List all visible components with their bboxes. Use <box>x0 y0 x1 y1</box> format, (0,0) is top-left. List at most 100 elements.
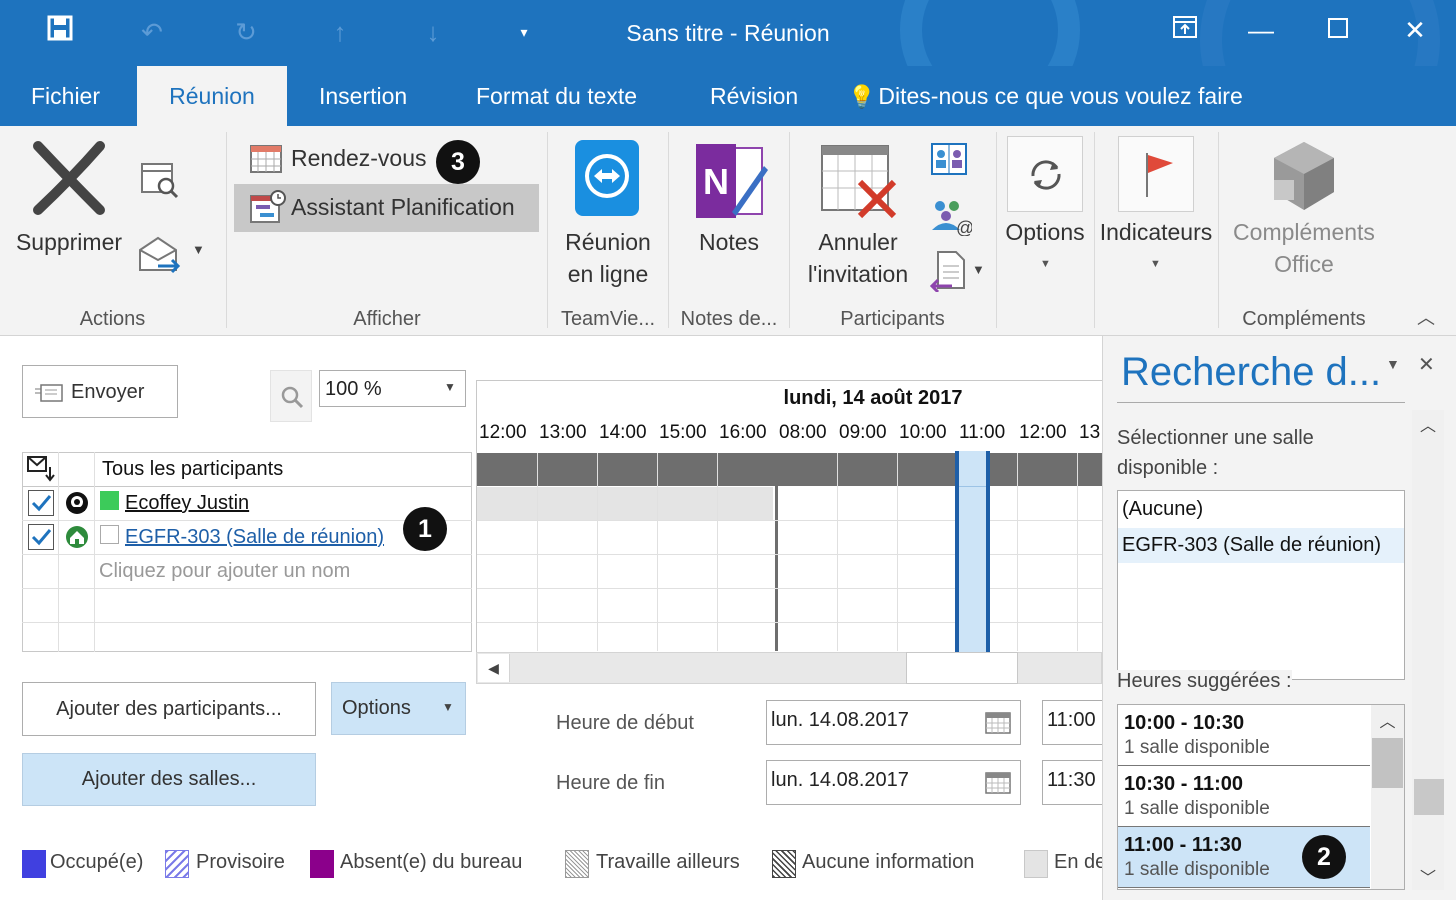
suggestion-availability: 1 salle disponible <box>1124 859 1270 880</box>
room-name-link[interactable]: EGFR-303 (Salle de réunion) <box>125 526 384 549</box>
notes-label: Notes <box>698 229 760 255</box>
end-time-value: 11:30 <box>1047 769 1096 791</box>
maximize-icon[interactable] <box>1313 8 1363 52</box>
forward-mail-button[interactable]: ▼ <box>138 232 208 278</box>
start-time-value: 11:00 <box>1047 709 1096 731</box>
suggestion-availability: 1 salle disponible <box>1124 737 1270 758</box>
cancel-calendar-icon <box>821 145 897 219</box>
cancel-invitation-button[interactable]: Annuler l'invitation <box>796 136 920 292</box>
tab-fichier[interactable]: Fichier <box>31 66 100 126</box>
end-date-field[interactable]: lun. 14.08.2017 <box>766 760 1021 805</box>
ribbon-display-icon[interactable] <box>1160 8 1210 52</box>
scroll-up-icon[interactable]: ︿ <box>1371 708 1404 734</box>
start-time-field[interactable]: 11:00 <box>1042 700 1102 745</box>
group-label-teamviewer: TeamVie... <box>560 308 656 330</box>
suggestions-scroll-thumb[interactable] <box>1372 738 1403 788</box>
contact-email-icon[interactable]: @ <box>930 196 974 238</box>
select-room-label-2: disponible : <box>1117 457 1219 479</box>
room-option-none[interactable]: (Aucune) <box>1122 498 1203 521</box>
indicators-button[interactable]: Indicateurs ▼ <box>1098 136 1214 286</box>
table-col-divider <box>58 452 59 652</box>
send-button[interactable]: Envoyer <box>22 365 178 418</box>
delete-label: Supprimer <box>15 229 123 255</box>
end-time-field[interactable]: 11:30 <box>1042 760 1102 805</box>
add-participants-button[interactable]: Ajouter des participants... <box>22 682 316 736</box>
legend-label-outside-hours: En de <box>1054 851 1102 873</box>
mail-response-icon[interactable] <box>26 455 56 483</box>
suggestion-item[interactable]: 10:00 - 10:30 1 salle disponible <box>1118 705 1370 766</box>
add-rooms-button[interactable]: Ajouter des salles... <box>22 753 316 806</box>
scrollbar-thumb[interactable] <box>906 652 1018 684</box>
appointment-button[interactable]: Rendez-vous <box>240 140 540 180</box>
scheduling-assistant-button[interactable]: Assistant Planification <box>234 184 539 232</box>
participant-checkbox[interactable] <box>28 490 54 516</box>
addins-label-1: Compléments <box>1233 219 1375 245</box>
svg-text:@: @ <box>956 218 972 236</box>
pane-scroll-up-icon[interactable]: ︿ <box>1412 412 1444 435</box>
grid-hline <box>477 520 1102 521</box>
participant-checkbox[interactable] <box>28 524 54 550</box>
options-dropdown-button[interactable]: Options ▼ <box>331 682 466 735</box>
options-label: Options <box>342 697 411 719</box>
tab-format[interactable]: Format du texte <box>476 66 637 126</box>
table-col-divider <box>94 452 95 652</box>
required-attendee-icon[interactable] <box>65 491 89 515</box>
pane-scrollbar[interactable] <box>1412 410 1444 890</box>
pane-calendar-edge <box>1117 402 1405 406</box>
response-options-button[interactable]: ▼ <box>929 250 990 294</box>
send-icon <box>35 384 63 402</box>
office-addins-button[interactable]: Compléments Office <box>1222 136 1386 286</box>
notes-button[interactable]: N Notes <box>680 132 778 262</box>
options-icon-frame <box>1007 136 1083 212</box>
chevron-down-icon: ▼ <box>444 380 456 394</box>
suggestion-item[interactable]: 10:30 - 11:00 1 salle disponible <box>1118 766 1370 827</box>
suggestion-availability: 1 salle disponible <box>1124 798 1270 819</box>
participant-name-link[interactable]: Ecoffey Justin <box>125 492 249 515</box>
pane-menu-icon[interactable]: ▼ <box>1386 356 1400 372</box>
hour-label: 12:00 <box>479 422 527 443</box>
collapse-ribbon-icon[interactable]: ︿ <box>1412 304 1440 328</box>
pane-close-icon[interactable]: ✕ <box>1418 352 1435 377</box>
minimize-icon[interactable]: — <box>1236 8 1286 52</box>
room-resource-icon[interactable] <box>65 525 89 549</box>
zoom-select[interactable]: 100 % ▼ <box>319 370 466 407</box>
start-date-field[interactable]: lun. 14.08.2017 <box>766 700 1021 745</box>
zoom-search-button[interactable] <box>270 370 312 422</box>
hour-label: 09:00 <box>839 422 887 443</box>
tab-insertion[interactable]: Insertion <box>319 66 407 126</box>
addins-label-2: Office <box>1274 251 1334 277</box>
pane-scroll-down-icon[interactable]: ﹀ <box>1412 864 1444 887</box>
chevron-down-icon: ▼ <box>442 700 454 714</box>
teamviewer-meeting-button[interactable]: Réunion en ligne <box>556 132 660 288</box>
hour-label: 12:00 <box>1019 422 1067 443</box>
teamviewer-label-1: Réunion <box>565 229 651 255</box>
calendar-picker-icon[interactable] <box>985 711 1011 735</box>
legend-label-out-of-office: Absent(e) du bureau <box>340 851 523 873</box>
send-label: Envoyer <box>71 381 145 403</box>
tell-me-label: Dites-nous ce que vous voulez faire <box>878 83 1243 109</box>
tell-me-box[interactable]: 💡 Dites-nous ce que vous voulez faire <box>848 66 1243 126</box>
suggestion-time: 10:00 - 10:30 <box>1124 712 1245 734</box>
calendar-picker-icon[interactable] <box>985 771 1011 795</box>
calendar-search-icon[interactable] <box>140 160 180 200</box>
pane-scroll-thumb[interactable] <box>1414 779 1444 815</box>
options-ribbon-button[interactable]: Options ▼ <box>1000 136 1090 286</box>
delete-button[interactable]: Supprimer <box>14 136 124 266</box>
tab-revision[interactable]: Révision <box>710 66 798 126</box>
separator <box>226 132 227 328</box>
selected-meeting-slot[interactable] <box>955 451 990 652</box>
callout-badge-1: 1 <box>403 507 447 551</box>
hour-label: 13 <box>1079 422 1101 443</box>
close-icon[interactable]: ✕ <box>1390 8 1440 52</box>
legend-swatch-busy <box>22 850 46 878</box>
add-name-input[interactable]: Cliquez pour ajouter un nom <box>99 560 350 583</box>
start-time-label: Heure de début <box>556 712 694 734</box>
scheduling-label: Assistant Planification <box>291 194 515 220</box>
room-option-egfr[interactable]: EGFR-303 (Salle de réunion) <box>1122 534 1381 557</box>
scroll-left-icon[interactable]: ◀ <box>478 654 510 682</box>
onenote-icon: N <box>696 144 768 218</box>
separator <box>789 132 790 328</box>
address-book-icon[interactable] <box>930 142 970 178</box>
teamviewer-icon <box>575 140 639 216</box>
tab-reunion[interactable]: Réunion <box>137 66 287 126</box>
